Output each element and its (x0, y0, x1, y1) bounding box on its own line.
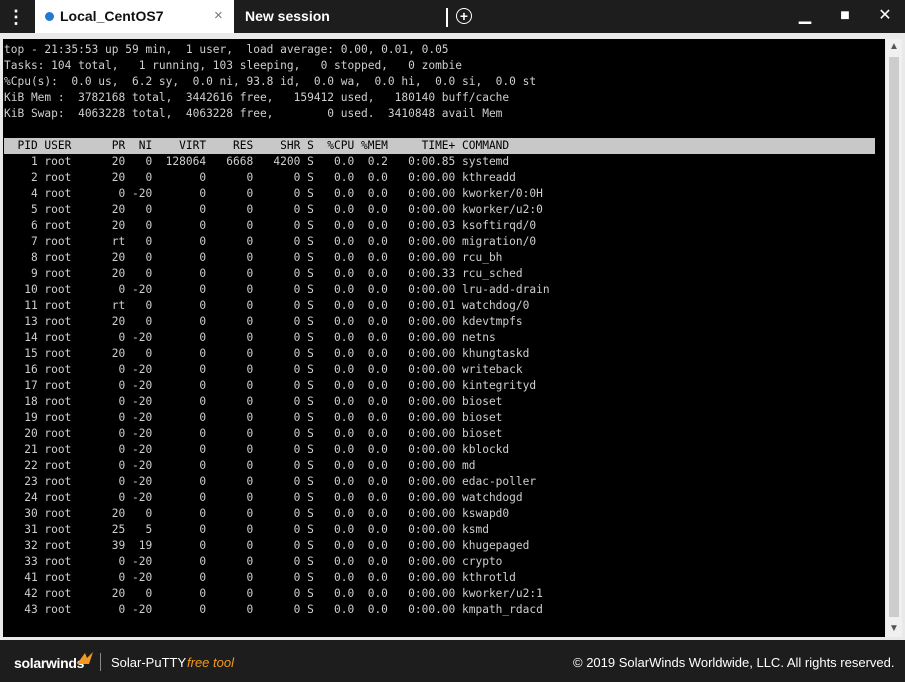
process-row: 30 root 20 0 0 0 0 S 0.0 0.0 0:00.00 ksw… (4, 507, 510, 520)
tab-close-icon[interactable]: × (214, 7, 223, 24)
footer-divider (100, 653, 101, 671)
process-row: 31 root 25 5 0 0 0 S 0.0 0.0 0:00.00 ksm… (4, 523, 489, 536)
tab-new-session[interactable]: New session (235, 0, 445, 33)
process-row: 20 root 0 -20 0 0 0 S 0.0 0.0 0:00.00 bi… (4, 427, 503, 440)
top-output: top - 21:35:53 up 59 min, 1 user, load a… (4, 42, 875, 618)
summary-line: KiB Mem : 3782168 total, 3442616 free, 1… (4, 91, 510, 104)
process-row: 7 root rt 0 0 0 0 S 0.0 0.0 0:00.00 migr… (4, 235, 537, 248)
footer-bar: solarwinds Solar-PuTTY free tool © 2019 … (0, 640, 905, 682)
copyright-text: © 2019 SolarWinds Worldwide, LLC. All ri… (573, 655, 895, 670)
process-row: 19 root 0 -20 0 0 0 S 0.0 0.0 0:00.00 bi… (4, 411, 503, 424)
process-row: 32 root 39 19 0 0 0 S 0.0 0.0 0:00.00 kh… (4, 539, 530, 552)
maximize-icon[interactable]: ■ (835, 6, 855, 26)
process-row: 9 root 20 0 0 0 0 S 0.0 0.0 0:00.33 rcu_… (4, 267, 523, 280)
process-row: 33 root 0 -20 0 0 0 S 0.0 0.0 0:00.00 cr… (4, 555, 503, 568)
title-bar: ⋮ Local_CentOS7 × New session + ▁ ■ ✕ (0, 0, 905, 33)
minimize-icon[interactable]: ▁ (795, 6, 815, 26)
scroll-thumb[interactable] (889, 57, 899, 617)
scroll-down-icon[interactable]: ▼ (886, 621, 902, 637)
close-window-icon[interactable]: ✕ (875, 6, 895, 26)
process-row: 6 root 20 0 0 0 0 S 0.0 0.0 0:00.03 ksof… (4, 219, 537, 232)
process-row: 21 root 0 -20 0 0 0 S 0.0 0.0 0:00.00 kb… (4, 443, 510, 456)
process-row: 42 root 20 0 0 0 0 S 0.0 0.0 0:00.00 kwo… (4, 587, 543, 600)
free-tool-label: free tool (187, 655, 234, 670)
process-row: 1 root 20 0 128064 6668 4200 S 0.0 0.2 0… (4, 155, 510, 168)
process-row: 8 root 20 0 0 0 0 S 0.0 0.0 0:00.00 rcu_… (4, 251, 503, 264)
tab-local-centos7[interactable]: Local_CentOS7 × (35, 0, 234, 33)
tab-label: New session (245, 8, 330, 24)
terminal-scrollbar[interactable]: ▲ ▼ (886, 39, 902, 637)
add-tab-icon[interactable]: + (456, 8, 472, 24)
process-row: 4 root 0 -20 0 0 0 S 0.0 0.0 0:00.00 kwo… (4, 187, 543, 200)
process-row: 16 root 0 -20 0 0 0 S 0.0 0.0 0:00.00 wr… (4, 363, 523, 376)
process-row: 5 root 20 0 0 0 0 S 0.0 0.0 0:00.00 kwor… (4, 203, 543, 216)
process-row: 15 root 20 0 0 0 0 S 0.0 0.0 0:00.00 khu… (4, 347, 530, 360)
process-row: 43 root 0 -20 0 0 0 S 0.0 0.0 0:00.00 km… (4, 603, 543, 616)
solarwinds-logo: solarwinds (14, 655, 85, 671)
process-row: 18 root 0 -20 0 0 0 S 0.0 0.0 0:00.00 bi… (4, 395, 503, 408)
process-row: 22 root 0 -20 0 0 0 S 0.0 0.0 0:00.00 md (4, 459, 476, 472)
scroll-up-icon[interactable]: ▲ (886, 39, 902, 55)
tab-label: Local_CentOS7 (60, 8, 164, 24)
solarwinds-flame-icon (77, 652, 93, 664)
process-row: 2 root 20 0 0 0 0 S 0.0 0.0 0:00.00 kthr… (4, 171, 516, 184)
process-row: 41 root 0 -20 0 0 0 S 0.0 0.0 0:00.00 kt… (4, 571, 516, 584)
process-row: 13 root 20 0 0 0 0 S 0.0 0.0 0:00.00 kde… (4, 315, 523, 328)
summary-line: top - 21:35:53 up 59 min, 1 user, load a… (4, 43, 449, 56)
process-row: 24 root 0 -20 0 0 0 S 0.0 0.0 0:00.00 wa… (4, 491, 523, 504)
process-row: 11 root rt 0 0 0 0 S 0.0 0.0 0:00.01 wat… (4, 299, 530, 312)
summary-line: Tasks: 104 total, 1 running, 103 sleepin… (4, 59, 463, 72)
summary-line: KiB Swap: 4063228 total, 4063228 free, 0… (4, 107, 503, 120)
product-name: Solar-PuTTY (111, 655, 187, 670)
menu-kebab-icon[interactable]: ⋮ (6, 8, 26, 26)
tab-divider (446, 8, 448, 27)
process-row: 23 root 0 -20 0 0 0 S 0.0 0.0 0:00.00 ed… (4, 475, 537, 488)
process-table-header: PID USER PR NI VIRT RES SHR S %CPU %MEM … (4, 138, 875, 154)
terminal-view[interactable]: top - 21:35:53 up 59 min, 1 user, load a… (3, 39, 885, 637)
process-row: 14 root 0 -20 0 0 0 S 0.0 0.0 0:00.00 ne… (4, 331, 496, 344)
process-row: 10 root 0 -20 0 0 0 S 0.0 0.0 0:00.00 lr… (4, 283, 550, 296)
process-row: 17 root 0 -20 0 0 0 S 0.0 0.0 0:00.00 ki… (4, 379, 537, 392)
connection-status-icon (45, 12, 54, 21)
summary-line: %Cpu(s): 0.0 us, 6.2 sy, 0.0 ni, 93.8 id… (4, 75, 537, 88)
